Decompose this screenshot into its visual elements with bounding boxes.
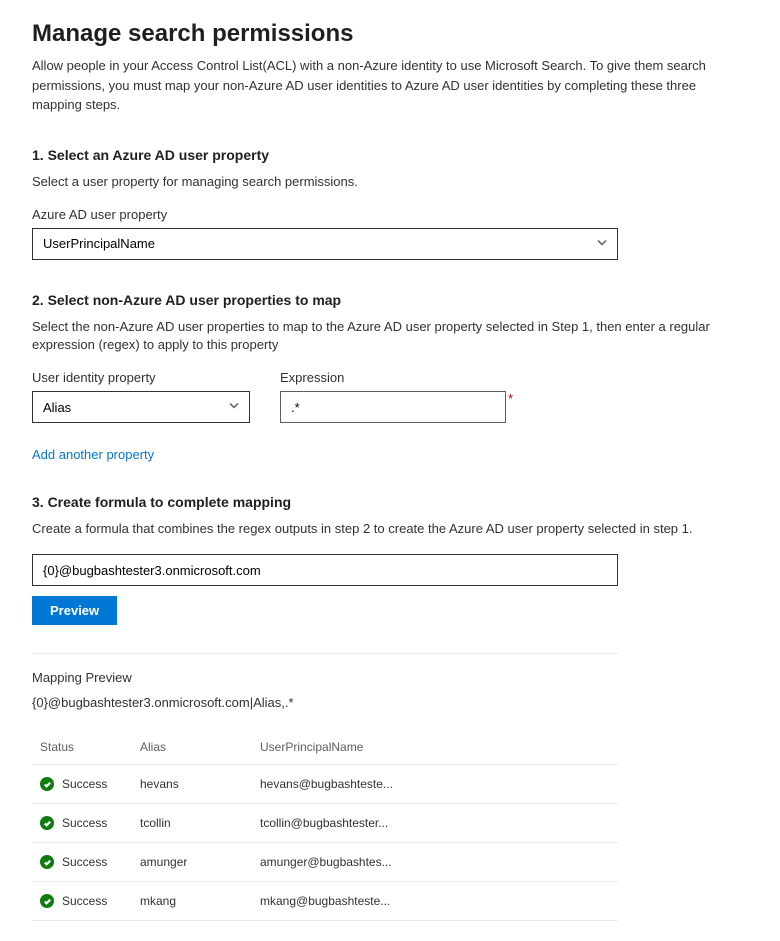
step3-desc: Create a formula that combines the regex…: [32, 520, 748, 538]
status-text: Success: [62, 816, 107, 830]
table-row: Success amungeramunger@bugbashtes...: [32, 843, 618, 882]
status-text: Success: [62, 777, 107, 791]
step2-section: 2. Select non-Azure AD user properties t…: [32, 292, 748, 462]
azure-ad-property-select[interactable]: [32, 228, 618, 260]
page-description: Allow people in your Access Control List…: [32, 56, 748, 115]
upn-cell: tcollin@bugbashtester...: [252, 804, 618, 843]
status-cell: Success: [32, 882, 132, 921]
separator: [32, 653, 618, 654]
step1-section: 1. Select an Azure AD user property Sele…: [32, 147, 748, 260]
azure-ad-property-label: Azure AD user property: [32, 207, 748, 222]
status-cell: Success: [32, 804, 132, 843]
preview-title: Mapping Preview: [32, 670, 748, 685]
identity-property-select[interactable]: [32, 391, 250, 423]
step1-desc: Select a user property for managing sear…: [32, 173, 748, 191]
preview-table: Status Alias UserPrincipalName Success he…: [32, 730, 618, 921]
alias-cell: hevans: [132, 765, 252, 804]
preview-formula-display: {0}@bugbashtester3.onmicrosoft.com|Alias…: [32, 695, 748, 710]
status-text: Success: [62, 855, 107, 869]
table-row: Success mkangmkang@bugbashteste...: [32, 882, 618, 921]
page-title: Manage search permissions: [32, 20, 748, 48]
step2-desc: Select the non-Azure AD user properties …: [32, 318, 748, 354]
formula-input[interactable]: [32, 554, 618, 586]
success-icon: [40, 816, 54, 830]
mapping-preview-section: Mapping Preview {0}@bugbashtester3.onmic…: [32, 670, 748, 921]
status-cell: Success: [32, 843, 132, 882]
alias-cell: mkang: [132, 882, 252, 921]
expression-label: Expression: [280, 370, 513, 385]
add-property-link[interactable]: Add another property: [32, 447, 154, 462]
alias-cell: tcollin: [132, 804, 252, 843]
upn-cell: mkang@bugbashteste...: [252, 882, 618, 921]
identity-property-label: User identity property: [32, 370, 250, 385]
step3-title: 3. Create formula to complete mapping: [32, 494, 748, 510]
expression-input[interactable]: [280, 391, 506, 423]
step2-title: 2. Select non-Azure AD user properties t…: [32, 292, 748, 308]
col-header-status: Status: [32, 730, 132, 765]
required-asterisk: *: [508, 391, 513, 406]
success-icon: [40, 777, 54, 791]
success-icon: [40, 894, 54, 908]
status-cell: Success: [32, 765, 132, 804]
status-text: Success: [62, 894, 107, 908]
success-icon: [40, 855, 54, 869]
alias-cell: amunger: [132, 843, 252, 882]
step3-section: 3. Create formula to complete mapping Cr…: [32, 494, 748, 625]
upn-cell: hevans@bugbashteste...: [252, 765, 618, 804]
upn-cell: amunger@bugbashtes...: [252, 843, 618, 882]
preview-button[interactable]: Preview: [32, 596, 117, 625]
col-header-upn: UserPrincipalName: [252, 730, 618, 765]
step1-title: 1. Select an Azure AD user property: [32, 147, 748, 163]
col-header-alias: Alias: [132, 730, 252, 765]
table-row: Success hevanshevans@bugbashteste...: [32, 765, 618, 804]
table-row: Success tcollintcollin@bugbashtester...: [32, 804, 618, 843]
